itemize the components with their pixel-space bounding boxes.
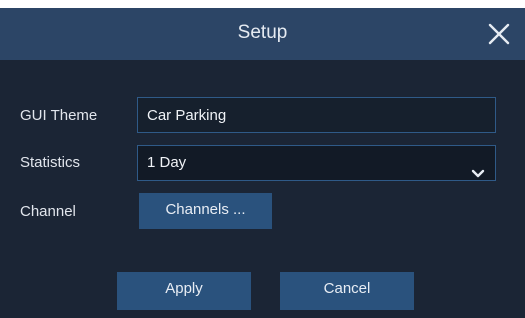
gui-theme-field[interactable] [137,97,496,133]
channels-button[interactable]: Channels ... [139,193,272,229]
close-icon[interactable] [487,22,511,46]
setup-dialog: Setup GUI Theme Statistics 1 Day Channel… [0,8,525,318]
statistics-label: Statistics [20,154,81,171]
dialog-titlebar: Setup [0,8,525,60]
statistics-select[interactable]: 1 Day [137,145,496,181]
statistics-selected-value: 1 Day [147,154,187,171]
gui-theme-label: GUI Theme [20,107,98,124]
cancel-button[interactable]: Cancel [280,272,414,310]
gui-theme-input[interactable] [147,98,486,132]
chevron-down-icon[interactable] [471,158,485,178]
channel-label: Channel [20,203,76,220]
apply-button[interactable]: Apply [117,272,251,310]
dialog-title: Setup [237,22,288,43]
